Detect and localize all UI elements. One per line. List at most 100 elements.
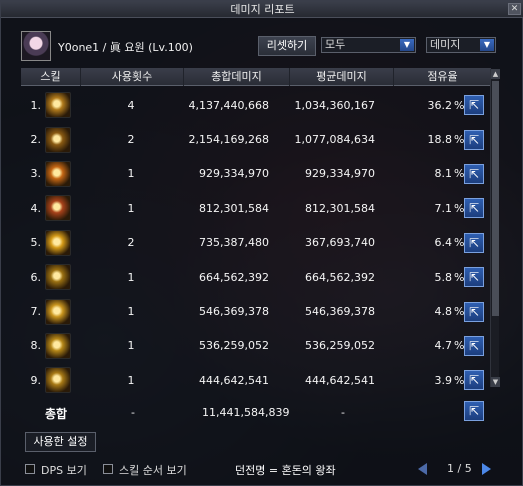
dungeon-name: 던전명 = 혼돈의 왕좌 bbox=[235, 464, 336, 477]
scroll-thumb[interactable] bbox=[492, 81, 499, 316]
total-sum: 11,441,584,839 bbox=[202, 406, 290, 419]
row-share-sign: % bbox=[454, 98, 465, 112]
skill-order-checkbox[interactable] bbox=[103, 464, 113, 474]
scroll-up-icon[interactable]: ▲ bbox=[491, 69, 500, 79]
row-count: 1 bbox=[127, 373, 135, 387]
row-avg: 929,334,970 bbox=[305, 167, 375, 181]
table-row[interactable]: 7. 1 546,369,378 546,369,378 4.8% ⇱ bbox=[21, 294, 491, 328]
spiral-skill-icon bbox=[45, 367, 71, 394]
table-row[interactable]: 1. 4 4,137,440,668 1,034,360,167 36.2% ⇱ bbox=[21, 88, 491, 122]
row-count: 4 bbox=[127, 98, 135, 112]
share-button[interactable]: ⇱ bbox=[464, 198, 484, 219]
report-header: Y0one1 / 眞 요원 (Lv.100) 리셋하기 모두 ▼ 데미지 ▼ bbox=[21, 31, 516, 61]
metric-select[interactable]: 데미지 ▼ bbox=[426, 37, 496, 53]
column-header-avg[interactable]: 평균데미지 bbox=[290, 68, 394, 86]
row-avg: 664,562,392 bbox=[305, 270, 375, 284]
used-settings-tab[interactable]: 사용한 설정 bbox=[25, 432, 96, 452]
row-total: 812,301,584 bbox=[199, 201, 269, 215]
dps-view-checkbox[interactable] bbox=[25, 464, 35, 474]
row-share-sign: % bbox=[454, 339, 465, 353]
table-scrollbar[interactable]: ▲ ▼ bbox=[490, 69, 500, 387]
skill-damage-table: 스킬 사용횟수 총합데미지 평균데미지 점유율 1. 4 4,137,440,668… bbox=[21, 68, 499, 394]
share-button[interactable]: ⇱ bbox=[464, 129, 484, 150]
table-row[interactable]: 5. 2 735,387,480 367,693,740 6.4% ⇱ bbox=[21, 226, 491, 260]
reset-button[interactable]: 리셋하기 bbox=[258, 36, 316, 56]
chevron-down-icon: ▼ bbox=[400, 39, 414, 51]
row-count: 1 bbox=[127, 339, 135, 353]
report-footer: DPS 보기 스킬 순서 보기 던전명 = 혼돈의 왕좌 1 / 5 bbox=[1, 459, 523, 486]
row-total: 735,387,480 bbox=[199, 236, 269, 250]
filter-select-value: 모두 bbox=[325, 38, 346, 51]
row-share: 4.7 bbox=[434, 339, 453, 353]
page-prev-icon[interactable] bbox=[418, 463, 427, 475]
share-button[interactable]: ⇱ bbox=[464, 95, 484, 116]
row-rank: 6. bbox=[30, 270, 42, 284]
table-row[interactable]: 4. 1 812,301,584 812,301,584 7.1% ⇱ bbox=[21, 191, 491, 225]
filter-select[interactable]: 모두 ▼ bbox=[321, 37, 416, 53]
row-total: 2,154,169,268 bbox=[188, 133, 269, 147]
row-count: 1 bbox=[127, 305, 135, 319]
page-indicator: 1 / 5 bbox=[447, 462, 472, 475]
row-share: 4.8 bbox=[434, 305, 453, 319]
row-count: 2 bbox=[127, 133, 135, 147]
window-titlebar[interactable]: 데미지 리포트 ✕ bbox=[1, 1, 523, 18]
total-share-button[interactable]: ⇱ bbox=[464, 401, 484, 421]
share-button[interactable]: ⇱ bbox=[464, 267, 484, 288]
metric-select-value: 데미지 bbox=[430, 38, 461, 51]
row-rank: 4. bbox=[30, 201, 42, 215]
row-share: 36.2 bbox=[427, 98, 453, 112]
row-total: 929,334,970 bbox=[199, 167, 269, 181]
row-total: 546,369,378 bbox=[199, 305, 269, 319]
row-count: 2 bbox=[127, 236, 135, 250]
table-row[interactable]: 6. 1 664,562,392 664,562,392 5.8% ⇱ bbox=[21, 260, 491, 294]
row-rank: 8. bbox=[30, 339, 42, 353]
total-avg: - bbox=[341, 406, 345, 419]
table-row[interactable]: 3. 1 929,334,970 929,334,970 8.1% ⇱ bbox=[21, 157, 491, 191]
row-share-sign: % bbox=[454, 270, 465, 284]
golden-slash-skill-icon bbox=[45, 92, 71, 119]
row-rank: 9. bbox=[30, 373, 42, 387]
column-header-skill[interactable]: 스킬 bbox=[21, 68, 81, 86]
column-header-share[interactable]: 점유율 bbox=[394, 68, 491, 86]
share-button[interactable]: ⇱ bbox=[464, 370, 484, 391]
scroll-down-icon[interactable]: ▼ bbox=[491, 377, 500, 387]
avatar bbox=[21, 31, 51, 61]
row-count: 1 bbox=[127, 167, 135, 181]
share-button[interactable]: ⇱ bbox=[464, 232, 484, 253]
row-count: 1 bbox=[127, 270, 135, 284]
total-count: - bbox=[131, 406, 135, 419]
row-avg: 546,369,378 bbox=[305, 305, 375, 319]
table-body: 1. 4 4,137,440,668 1,034,360,167 36.2% ⇱ 2. 2 2,… bbox=[21, 88, 491, 398]
table-row[interactable]: 8. 1 536,259,052 536,259,052 4.7% ⇱ bbox=[21, 329, 491, 363]
row-share: 18.8 bbox=[427, 133, 453, 147]
table-row[interactable]: 9. 1 444,642,541 444,642,541 3.9% ⇱ bbox=[21, 363, 491, 397]
column-header-total[interactable]: 총합데미지 bbox=[184, 68, 290, 86]
row-avg: 1,034,360,167 bbox=[294, 98, 375, 112]
skill-order-label: 스킬 순서 보기 bbox=[119, 464, 187, 477]
table-row[interactable]: 2. 2 2,154,169,268 1,077,084,634 18.8% ⇱ bbox=[21, 122, 491, 156]
row-avg: 536,259,052 bbox=[305, 339, 375, 353]
row-rank: 3. bbox=[30, 167, 42, 181]
row-share-sign: % bbox=[454, 133, 465, 147]
light-rush-skill-icon bbox=[45, 298, 71, 325]
share-button[interactable]: ⇱ bbox=[464, 335, 484, 356]
close-button[interactable]: ✕ bbox=[508, 3, 521, 15]
row-count: 1 bbox=[127, 201, 135, 215]
orange-blade-skill-icon bbox=[45, 160, 71, 187]
row-share: 3.9 bbox=[434, 373, 453, 387]
window-title: 데미지 리포트 bbox=[230, 3, 295, 16]
row-rank: 7. bbox=[30, 305, 42, 319]
row-total: 4,137,440,668 bbox=[188, 98, 269, 112]
share-button[interactable]: ⇱ bbox=[464, 301, 484, 322]
crescent-slash-skill-icon bbox=[45, 332, 71, 359]
row-share: 6.4 bbox=[434, 236, 453, 250]
row-rank: 1. bbox=[30, 98, 42, 112]
golden-text-skill-icon bbox=[45, 126, 71, 153]
column-header-count[interactable]: 사용횟수 bbox=[81, 68, 184, 86]
share-button[interactable]: ⇱ bbox=[464, 163, 484, 184]
row-share: 7.1 bbox=[434, 201, 453, 215]
total-row: 총합 - 11,441,584,839 - ⇱ bbox=[21, 397, 499, 427]
row-total: 536,259,052 bbox=[199, 339, 269, 353]
row-rank: 5. bbox=[30, 236, 42, 250]
page-next-icon[interactable] bbox=[482, 463, 491, 475]
